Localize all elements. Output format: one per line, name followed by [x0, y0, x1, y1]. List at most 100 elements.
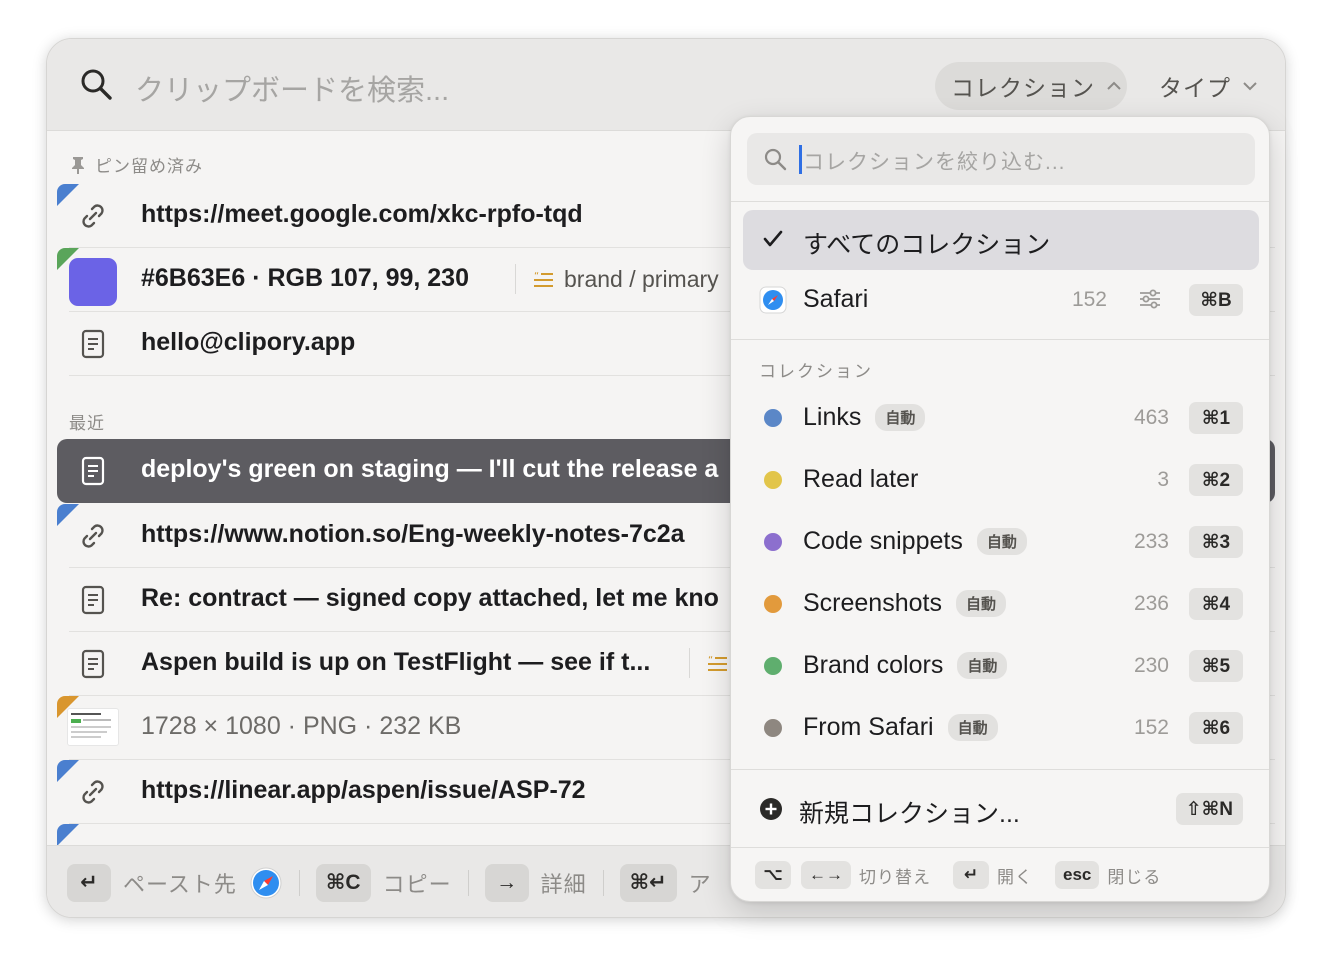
detail-label: 詳細	[540, 871, 587, 897]
list-item-text: hello@clipory.app	[141, 328, 356, 356]
pinned-section-header: ピン留め済み	[69, 152, 203, 177]
chevron-down-icon	[1243, 82, 1257, 91]
shortcut-badge: ⌘3	[1189, 526, 1243, 558]
list-item-text: #6B63E6 · RGB 107, 99, 230	[141, 264, 469, 292]
collection-item-from-safari[interactable]: From Safari 自動 152 ⌘6	[743, 698, 1259, 758]
collection-dropdown: コレクションを絞り込む... すべてのコレクション Safari 152 ⌘B …	[730, 116, 1270, 902]
all-collections-item[interactable]: すべてのコレクション	[743, 210, 1259, 270]
link-icon	[82, 780, 104, 804]
collection-count: 3	[1157, 468, 1169, 491]
text-document-icon	[81, 585, 105, 615]
corner-marker	[57, 504, 79, 526]
collection-item-code-snippets[interactable]: Code snippets 自動 233 ⌘3	[743, 512, 1259, 572]
auto-badge: 自動	[976, 528, 1027, 555]
link-icon	[82, 524, 104, 548]
collection-color-dot	[764, 719, 782, 737]
copy-key[interactable]: ⌘C	[315, 863, 371, 902]
collection-label: From Safari 自動	[803, 713, 998, 742]
text-document-icon	[81, 329, 105, 359]
collection-count: 230	[1133, 654, 1169, 677]
collection-color-dot	[764, 657, 782, 675]
list-item-text: Re: contract — signed copy attached, let…	[141, 584, 719, 612]
pinned-section-title: ピン留め済み	[95, 157, 203, 176]
quote-lines-icon: “	[534, 271, 553, 287]
type-filter-label: タイプ	[1159, 75, 1231, 101]
search-input[interactable]: クリップボードを検索...	[135, 67, 449, 109]
auto-badge: 自動	[947, 714, 998, 741]
collection-filter-input[interactable]: コレクションを絞り込む...	[747, 133, 1255, 185]
paste-key[interactable]: ↵	[67, 863, 111, 902]
collection-item-links[interactable]: Links 自動 463 ⌘1	[743, 388, 1259, 448]
filter-settings-icon[interactable]	[1139, 289, 1161, 309]
close-label: 閉じる	[1107, 867, 1162, 887]
collection-filter-label: コレクション	[951, 75, 1095, 101]
checkmark-icon	[763, 230, 783, 247]
collection-color-dot	[764, 533, 782, 551]
list-item-text: Aspen build is up on TestFlight — see if…	[141, 648, 651, 676]
pin-icon	[72, 156, 84, 174]
detail-key[interactable]: →	[484, 863, 529, 902]
action-label: ア	[688, 871, 712, 897]
collection-color-dot	[764, 595, 782, 613]
auto-badge: 自動	[957, 652, 1008, 679]
auto-badge: 自動	[875, 404, 926, 431]
type-filter-button[interactable]: タイプ	[1159, 62, 1257, 110]
color-swatch	[69, 258, 117, 306]
safari-icon	[759, 286, 787, 314]
quote-lines-icon: “	[708, 655, 727, 671]
open-label: 開く	[997, 867, 1033, 887]
all-collections-label: すべてのコレクション	[803, 231, 1051, 259]
collection-item-screenshots[interactable]: Screenshots 自動 236 ⌘4	[743, 574, 1259, 634]
note-tag: “	[689, 648, 728, 678]
collection-label: Links 自動	[803, 403, 926, 432]
divider	[731, 339, 1269, 340]
list-item-text: 1728 × 1080 · PNG · 232 KB	[141, 712, 462, 740]
collection-filter-button[interactable]: コレクション	[935, 62, 1127, 110]
collections-section-title: コレクション	[759, 362, 873, 381]
collection-color-dot	[764, 409, 782, 427]
link-icon	[82, 204, 104, 228]
auto-badge: 自動	[955, 590, 1006, 617]
paste-label: ペースト先	[123, 871, 237, 897]
collection-filter-placeholder: コレクションを絞り込む...	[803, 151, 1066, 174]
collection-label: Read later	[803, 465, 919, 493]
arrows-key: ←→	[801, 861, 851, 889]
divider	[731, 769, 1269, 770]
shortcut-badge: ⌘2	[1189, 464, 1243, 496]
footer-separator	[602, 869, 604, 896]
note-tag: “ brand / primary	[515, 264, 719, 294]
list-item-text: https://www.notion.so/Eng-weekly-notes-7…	[141, 520, 685, 548]
list-item-text: deploy's green on staging — I'll cut the…	[141, 455, 719, 483]
text-document-icon	[81, 456, 105, 486]
shortcut-badge: ⌘5	[1189, 650, 1243, 682]
corner-marker	[57, 184, 79, 206]
tag-separator	[515, 264, 516, 294]
collection-item-brand-colors[interactable]: Brand colors 自動 230 ⌘5	[743, 636, 1259, 696]
esc-key: esc	[1055, 861, 1100, 889]
search-icon	[764, 148, 787, 171]
list-item-text: https://linear.app/aspen/issue/ASP-72	[141, 776, 586, 804]
tag-label: brand / primary	[564, 265, 719, 292]
text-document-icon	[81, 649, 105, 679]
plus-circle-icon	[760, 798, 782, 820]
collection-label: Brand colors 自動	[803, 651, 1008, 680]
collection-count: 233	[1133, 530, 1169, 553]
collection-label: Code snippets 自動	[803, 527, 1027, 556]
action-key[interactable]: ⌘↵	[619, 863, 677, 902]
collection-item-safari[interactable]: Safari 152 ⌘B	[743, 270, 1259, 330]
recent-section-header: 最近	[69, 409, 105, 434]
collection-count: 152	[1071, 288, 1107, 311]
search-icon	[81, 69, 112, 100]
collection-label: Screenshots 自動	[803, 589, 1006, 618]
recent-section-title: 最近	[69, 414, 105, 433]
footer-separator	[298, 869, 300, 896]
switch-label: 切り替え	[859, 867, 931, 887]
collection-item-read-later[interactable]: Read later 3 ⌘2	[743, 450, 1259, 510]
new-collection-button[interactable]: 新規コレクション... ⇧⌘N	[743, 779, 1259, 839]
copy-label: コピー	[382, 871, 452, 897]
footer-separator	[467, 869, 469, 896]
corner-marker	[57, 696, 79, 718]
corner-marker	[57, 760, 79, 782]
new-collection-label: 新規コレクション...	[799, 800, 1020, 828]
shortcut-badge: ⌘4	[1189, 588, 1243, 620]
